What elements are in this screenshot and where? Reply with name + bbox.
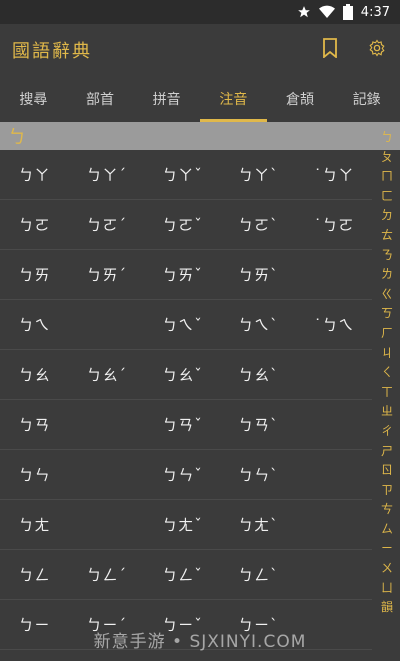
index-item[interactable]: ㄍ	[381, 285, 393, 305]
index-item[interactable]: ㄊ	[381, 226, 393, 246]
index-item[interactable]: ㄏ	[381, 324, 393, 344]
index-item[interactable]: 韻	[381, 598, 393, 618]
syllable-cell[interactable]: ㄅㄠˊ	[69, 364, 145, 385]
index-item[interactable]: ㄩ	[381, 579, 393, 599]
syllable-cell[interactable]: ㄅㄛ	[0, 214, 69, 235]
index-item[interactable]: ㄎ	[381, 304, 393, 324]
section-header: ㄅ	[0, 122, 400, 150]
index-item[interactable]: ㄇ	[381, 167, 393, 187]
index-item[interactable]: ㄗ	[381, 481, 393, 501]
syllable-cell[interactable]: ㄅㄚˊ	[69, 164, 145, 185]
index-item[interactable]: ㄋ	[381, 246, 393, 266]
index-item[interactable]: ㄙ	[381, 520, 393, 540]
syllable-cell[interactable]: ㄅㄠ	[0, 364, 69, 385]
status-bar: 4:37	[0, 0, 400, 24]
syllable-cell[interactable]: ㄅㄞˇ	[145, 264, 221, 285]
syllable-cell[interactable]: ㄅㄢˇ	[145, 414, 221, 435]
syllable-cell[interactable]: ㄅㄞ	[0, 264, 69, 285]
index-item[interactable]: ㄈ	[381, 187, 393, 207]
syllable-cell[interactable]: ㄅㄣˋ	[220, 464, 296, 485]
syllable-cell[interactable]: ㄅㄟˇ	[145, 314, 221, 335]
syllable-row: ㄅㄣ ㄅㄣˇ ㄅㄣˋ	[0, 450, 372, 500]
syllable-cell[interactable]: ㄅㄛˇ	[145, 214, 221, 235]
syllable-cell[interactable]: ㄅㄞˊ	[69, 264, 145, 285]
syllable-cell[interactable]: ㄅㄛˋ	[220, 214, 296, 235]
syllable-cell[interactable]: ㄅㄛˊ	[69, 214, 145, 235]
tab-radical[interactable]: 部首	[67, 76, 134, 122]
status-time: 4:37	[360, 4, 390, 20]
syllable-cell[interactable]: ㄅㄥˇ	[145, 564, 221, 585]
section-label: ㄅ	[8, 127, 26, 148]
zhuyin-grid: ㄅㄚ ㄅㄚˊ ㄅㄚˇ ㄅㄚˋ ˙ㄅㄚ ㄅㄛ ㄅㄛˊ ㄅㄛˇ ㄅㄛˋ ˙ㄅㄛ ㄅㄞ ㄅㄞˊ ㄅㄞˇ ㄅㄞˋ ㄅ…	[0, 150, 372, 650]
tab-pinyin[interactable]: 拼音	[133, 76, 200, 122]
syllable-row: ㄅㄠ ㄅㄠˊ ㄅㄠˇ ㄅㄠˋ	[0, 350, 372, 400]
battery-icon	[342, 4, 353, 20]
tab-cangjie[interactable]: 倉頡	[267, 76, 334, 122]
syllable-row: ㄅㄥ ㄅㄥˊ ㄅㄥˇ ㄅㄥˋ	[0, 550, 372, 600]
syllable-row: ㄅㄚ ㄅㄚˊ ㄅㄚˇ ㄅㄚˋ ˙ㄅㄚ	[0, 150, 372, 200]
index-item[interactable]: ㄧ	[381, 539, 393, 559]
index-item[interactable]: ㄉ	[381, 206, 393, 226]
app-bar: 國語辭典	[0, 24, 400, 76]
syllable-cell[interactable]: ㄅㄤˋ	[220, 514, 296, 535]
syllable-cell[interactable]: ㄅㄣ	[0, 464, 69, 485]
index-item[interactable]: ㄆ	[381, 148, 393, 168]
index-item[interactable]: ㄒ	[381, 383, 393, 403]
tab-history[interactable]: 記錄	[333, 76, 400, 122]
tab-search[interactable]: 搜尋	[0, 76, 67, 122]
syllable-cell[interactable]: ˙ㄅㄟ	[296, 314, 372, 335]
syllable-cell[interactable]: ㄅㄤ	[0, 514, 69, 535]
index-item[interactable]: ㄘ	[381, 500, 393, 520]
watermark: 新意手游 • SJXINYI.COM	[93, 632, 307, 652]
syllable-cell[interactable]: ㄅㄥˊ	[69, 564, 145, 585]
index-item[interactable]: ㄖ	[381, 461, 393, 481]
syllable-cell[interactable]: ㄅㄞˋ	[220, 264, 296, 285]
bookmark-icon[interactable]	[322, 38, 338, 62]
syllable-cell[interactable]: ˙ㄅㄚ	[296, 164, 372, 185]
index-item[interactable]: ㄔ	[381, 422, 393, 442]
syllable-row: ㄅㄢ ㄅㄢˇ ㄅㄢˋ	[0, 400, 372, 450]
syllable-cell[interactable]: ㄅㄢˋ	[220, 414, 296, 435]
tab-zhuyin[interactable]: 注音	[200, 76, 267, 122]
syllable-cell[interactable]: ㄅㄤˇ	[145, 514, 221, 535]
syllable-cell[interactable]: ㄅㄥ	[0, 564, 69, 585]
index-item[interactable]: ㄅ	[381, 128, 393, 148]
index-item[interactable]: ㄨ	[381, 559, 393, 579]
syllable-cell[interactable]: ㄅㄟ	[0, 314, 69, 335]
syllable-cell[interactable]: ㄅㄢ	[0, 414, 69, 435]
index-item[interactable]: ㄐ	[381, 344, 393, 364]
star-icon	[297, 5, 311, 19]
syllable-row: ㄅㄟ ㄅㄟˇ ㄅㄟˋ ˙ㄅㄟ	[0, 300, 372, 350]
app-title: 國語辭典	[12, 41, 92, 62]
syllable-row: ㄅㄤ ㄅㄤˇ ㄅㄤˋ	[0, 500, 372, 550]
syllable-cell[interactable]: ㄅㄠˋ	[220, 364, 296, 385]
syllable-cell[interactable]: ㄅㄚˇ	[145, 164, 221, 185]
zhuyin-index: ㄅㄆㄇㄈㄉㄊㄋㄌㄍㄎㄏㄐㄑㄒㄓㄔㄕㄖㄗㄘㄙㄧㄨㄩ韻	[374, 128, 400, 618]
syllable-cell[interactable]: ㄅㄣˇ	[145, 464, 221, 485]
syllable-cell[interactable]: ㄅㄠˇ	[145, 364, 221, 385]
tab-bar: 搜尋 部首 拼音 注音 倉頡 記錄	[0, 76, 400, 122]
syllable-row: ㄅㄛ ㄅㄛˊ ㄅㄛˇ ㄅㄛˋ ˙ㄅㄛ	[0, 200, 372, 250]
index-item[interactable]: ㄌ	[381, 265, 393, 285]
syllable-cell[interactable]: ㄅㄚˋ	[220, 164, 296, 185]
syllable-cell[interactable]: ㄅㄟˋ	[220, 314, 296, 335]
syllable-cell[interactable]: ㄅㄚ	[0, 164, 69, 185]
syllable-row: ㄅㄞ ㄅㄞˊ ㄅㄞˇ ㄅㄞˋ	[0, 250, 372, 300]
index-item[interactable]: ㄕ	[381, 442, 393, 462]
syllable-cell[interactable]: ㄅㄥˋ	[220, 564, 296, 585]
gear-icon[interactable]	[368, 39, 386, 61]
wifi-icon	[318, 5, 335, 19]
syllable-cell[interactable]: ˙ㄅㄛ	[296, 214, 372, 235]
index-item[interactable]: ㄑ	[381, 363, 393, 383]
index-item[interactable]: ㄓ	[381, 402, 393, 422]
